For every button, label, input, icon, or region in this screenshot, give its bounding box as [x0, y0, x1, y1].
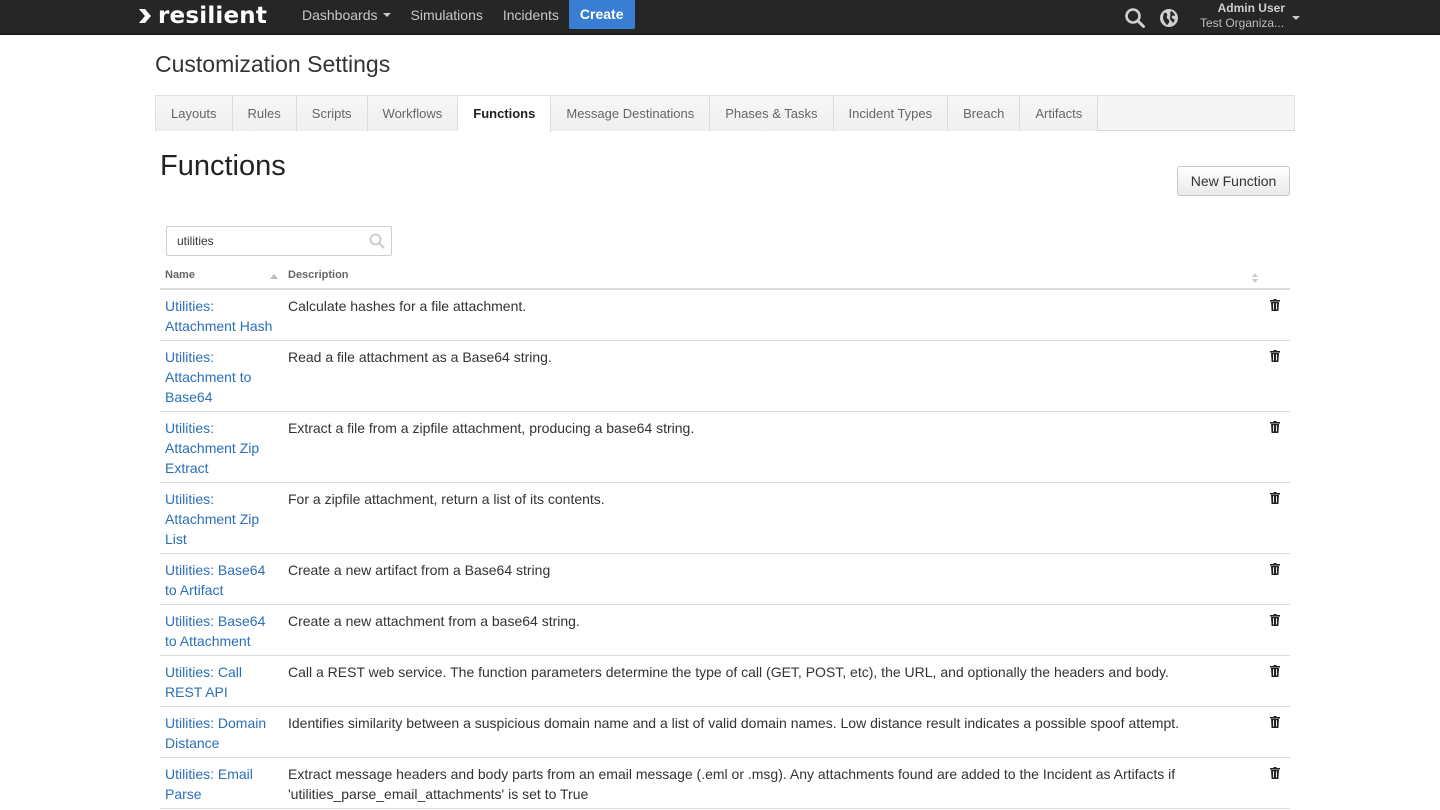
- trash-icon[interactable]: [1270, 563, 1280, 575]
- chevron-down-icon: [1292, 16, 1300, 20]
- function-description: Extract message headers and body parts f…: [288, 766, 1176, 802]
- function-description: Create a new artifact from a Base64 stri…: [288, 562, 551, 578]
- function-name-link[interactable]: Utilities: Base64 to Attachment: [165, 611, 277, 651]
- sort-ascending-icon[interactable]: [270, 274, 278, 279]
- brand-name: resilient: [158, 3, 268, 29]
- tab-message-destinations[interactable]: Message Destinations: [551, 96, 711, 131]
- trash-icon[interactable]: [1270, 350, 1280, 362]
- table-row: Utilities: Base64 to Attachment Create a …: [160, 605, 1290, 656]
- main-nav: Dashboards Simulations Incidents Create: [292, 0, 635, 35]
- function-description: Extract a file from a zipfile attachment…: [288, 420, 695, 436]
- trash-icon[interactable]: [1270, 614, 1280, 626]
- function-name-link[interactable]: Utilities: Attachment to Base64: [165, 347, 277, 407]
- settings-tabs: Layouts Rules Scripts Workflows Functions Mes…: [155, 95, 1295, 132]
- trash-icon[interactable]: [1270, 421, 1280, 433]
- tab-phases-tasks[interactable]: Phases & Tasks: [710, 96, 834, 131]
- tab-layouts[interactable]: Layouts: [156, 96, 233, 131]
- table-row: Utilities: Attachment Hash Calculate hash…: [160, 290, 1290, 341]
- globe-icon[interactable]: [1158, 7, 1180, 29]
- trash-icon[interactable]: [1270, 716, 1280, 728]
- search-icon[interactable]: [369, 233, 385, 249]
- function-search: [166, 226, 392, 256]
- trash-icon[interactable]: [1270, 299, 1280, 311]
- nav-dashboards[interactable]: Dashboards: [292, 0, 401, 30]
- function-name-link[interactable]: Utilities: Base64 to Artifact: [165, 560, 277, 600]
- chevron-down-icon: [382, 13, 391, 17]
- nav-incidents-label: Incidents: [502, 7, 559, 23]
- tab-artifacts[interactable]: Artifacts: [1020, 96, 1099, 131]
- table-row: Utilities: Email Parse Extract message he…: [160, 758, 1290, 809]
- function-description: Calculate hashes for a file attachment.: [288, 298, 527, 314]
- section-title: Functions: [160, 150, 286, 182]
- nav-simulations-label: Simulations: [410, 7, 483, 23]
- tab-scripts[interactable]: Scripts: [296, 96, 368, 131]
- function-name-link[interactable]: Utilities: Attachment Zip List: [165, 489, 277, 549]
- tab-breach[interactable]: Breach: [948, 96, 1021, 131]
- nav-simulations[interactable]: Simulations: [401, 0, 493, 30]
- trash-icon[interactable]: [1270, 767, 1280, 779]
- functions-table: Name Description Utilities: Attachment H…: [160, 264, 1290, 809]
- function-description: Identifies similarity between a suspicio…: [288, 715, 1180, 731]
- trash-icon[interactable]: [1270, 665, 1280, 677]
- table-row: Utilities: Base64 to Artifact Create a ne…: [160, 554, 1290, 605]
- top-nav-bar: resilient Dashboards Simulations Inciden…: [0, 0, 1440, 35]
- user-organization: Test Organiza...: [1200, 16, 1285, 30]
- tab-functions[interactable]: Functions: [458, 96, 552, 132]
- logo-mark-icon: [138, 7, 156, 25]
- sort-icon[interactable]: [1252, 273, 1260, 283]
- user-menu[interactable]: Admin User Test Organiza...: [1198, 1, 1308, 33]
- table-row: Utilities: Attachment Zip List For a zipf…: [160, 483, 1290, 554]
- function-name-link[interactable]: Utilities: Attachment Hash: [165, 296, 277, 336]
- table-row: Utilities: Call REST API Call a REST web …: [160, 656, 1290, 707]
- user-name: Admin User: [1217, 1, 1285, 15]
- nav-incidents[interactable]: Incidents: [493, 0, 569, 30]
- new-function-button[interactable]: New Function: [1177, 166, 1290, 196]
- function-description: For a zipfile attachment, return a list …: [288, 491, 605, 507]
- function-description: Call a REST web service. The function pa…: [288, 664, 1169, 680]
- function-name-link[interactable]: Utilities: Domain Distance: [165, 713, 277, 753]
- tab-workflows[interactable]: Workflows: [367, 96, 459, 131]
- function-description: Read a file attachment as a Base64 strin…: [288, 349, 552, 365]
- search-input[interactable]: [167, 227, 363, 255]
- function-name-link[interactable]: Utilities: Email Parse: [165, 764, 277, 804]
- function-description: Create a new attachment from a base64 st…: [288, 613, 580, 629]
- column-header-description[interactable]: Description: [288, 269, 349, 281]
- table-row: Utilities: Attachment to Base64 Read a fi…: [160, 341, 1290, 412]
- page-title: Customization Settings: [155, 51, 391, 77]
- function-name-link[interactable]: Utilities: Call REST API: [165, 662, 277, 702]
- search-icon[interactable]: [1124, 7, 1146, 29]
- trash-icon[interactable]: [1270, 492, 1280, 504]
- nav-dashboards-label: Dashboards: [302, 7, 378, 23]
- table-row: Utilities: Domain Distance Identifies sim…: [160, 707, 1290, 758]
- table-body: Utilities: Attachment Hash Calculate hash…: [160, 290, 1290, 809]
- create-button[interactable]: Create: [568, 0, 635, 29]
- function-name-link[interactable]: Utilities: Attachment Zip Extract: [165, 418, 277, 478]
- table-header: Name Description: [160, 264, 1290, 290]
- column-header-name[interactable]: Name: [165, 269, 195, 281]
- tab-rules[interactable]: Rules: [232, 96, 297, 131]
- table-row: Utilities: Attachment Zip Extract Extract…: [160, 412, 1290, 483]
- brand-logo[interactable]: resilient: [138, 2, 267, 30]
- tab-incident-types[interactable]: Incident Types: [833, 96, 949, 131]
